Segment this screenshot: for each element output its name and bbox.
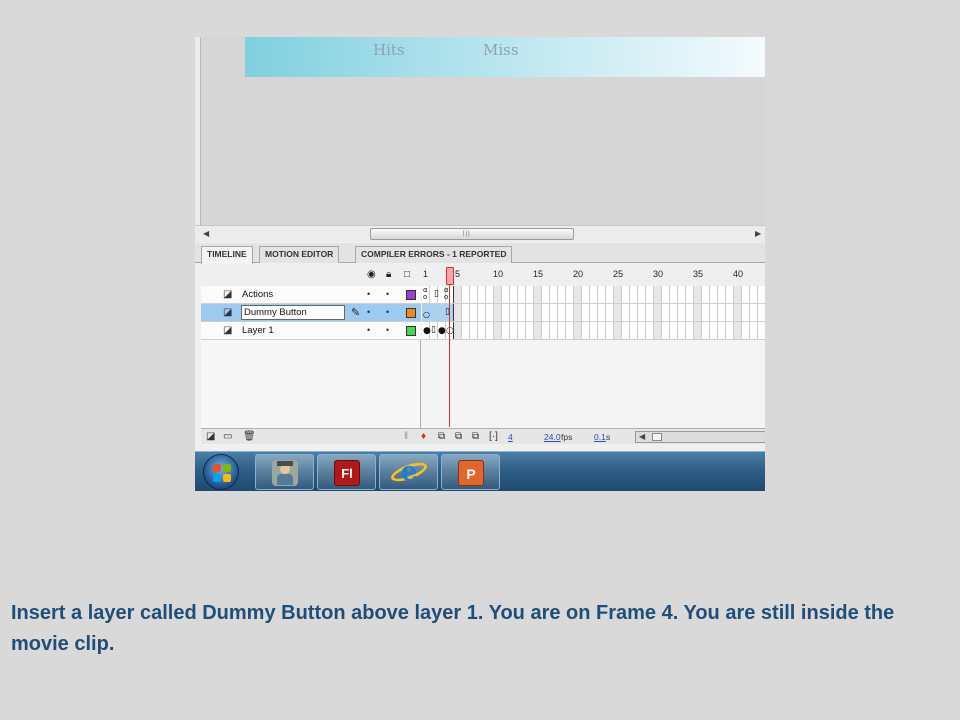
layer-name-edit-field[interactable]: Dummy Button — [241, 305, 345, 320]
banner-miss-label: Miss — [483, 41, 519, 59]
start-button[interactable] — [203, 454, 239, 490]
layer-color-swatch[interactable] — [406, 308, 416, 318]
ruler-tick-5: 5 — [455, 269, 461, 279]
ruler-tick-40: 40 — [733, 269, 744, 279]
layer-row-layer-1[interactable]: ◪ Layer 1 • • — [201, 322, 421, 340]
layer-name: Actions — [242, 289, 274, 300]
frames-grid[interactable]: αo ▯ αo ○ ▯ ● ▯ ● ○ — [422, 286, 765, 428]
tab-motion-editor[interactable]: MOTION EDITOR — [259, 246, 340, 263]
tab-timeline[interactable]: TIMELINE — [201, 246, 253, 264]
layer-icon: ◪ — [223, 307, 233, 318]
powerpoint-app-icon: P — [458, 460, 484, 486]
scrollbar-thumb[interactable]: ||| — [370, 228, 574, 240]
empty-keyframe-icon[interactable]: ○ — [423, 310, 430, 319]
timeline-header: ◉ 🔒︎ □ 1 5 10 15 20 25 30 35 40 — [201, 264, 765, 286]
scrollbar-thumb[interactable] — [652, 433, 662, 441]
scroll-left-arrow-icon[interactable]: ◀ — [203, 229, 209, 238]
ruler-tick-20: 20 — [573, 269, 584, 279]
slide-caption: Insert a layer called Dummy Button above… — [11, 602, 895, 655]
playhead-handle[interactable] — [446, 267, 454, 285]
current-frame-value[interactable]: 4 — [508, 432, 513, 442]
new-folder-icon[interactable]: ▭ — [223, 431, 232, 442]
frame-row-dummy-button[interactable]: ○ ▯ — [422, 304, 765, 322]
frame-row-layer-1[interactable]: ● ▯ ● ○ — [422, 322, 765, 340]
layer-color-swatch[interactable] — [406, 326, 416, 336]
panel-grip-icon: ‖ — [404, 431, 409, 442]
stage-horizontal-scrollbar[interactable]: ◀ ||| ▶ — [195, 225, 765, 242]
visibility-dot-icon[interactable]: • — [367, 307, 370, 317]
lock-dot-icon[interactable]: • — [386, 289, 389, 299]
edit-multiple-frames-icon[interactable]: ⧉ — [472, 431, 479, 442]
ruler-tick-1: 1 — [423, 269, 429, 279]
onion-skin-icon[interactable]: ⧉ — [438, 431, 445, 442]
fps-unit: fps — [561, 432, 573, 442]
stage-area[interactable]: Hits Miss — [195, 37, 765, 225]
frame-end-icon[interactable]: ▯ — [431, 325, 436, 335]
layers-list: ◪ Actions • • ◪ Dummy Button ✎ • • ◪ Lay… — [201, 286, 421, 428]
visibility-dot-icon[interactable]: • — [367, 325, 370, 335]
ruler-tick-35: 35 — [693, 269, 704, 279]
taskbar-powerpoint-button[interactable]: P — [441, 454, 500, 490]
taskbar-user-app-button[interactable] — [255, 454, 314, 490]
slide: Hits Miss ◀ ||| ▶ TIMELINE MOTION EDITOR… — [0, 0, 960, 720]
outline-icon[interactable]: □ — [404, 269, 410, 280]
frame-row-actions[interactable]: αo ▯ αo — [422, 286, 765, 304]
banner-hits-label: Hits — [373, 41, 405, 59]
elapsed-time-value[interactable]: 0.1 — [594, 432, 606, 442]
flash-app-icon: Fl — [334, 460, 360, 486]
layer-icon: ◪ — [223, 289, 233, 300]
ruler-tick-30: 30 — [653, 269, 664, 279]
taskbar-flash-button[interactable]: Fl — [317, 454, 376, 490]
timeline-bottom-bar: ◪ ▭ 🗑︎ ‖ ♦ ⧉ ⧉ ⧉ [·] 4 24.0 fps 0.1 s ◀ — [201, 428, 765, 444]
onion-outline-icon[interactable]: ⧉ — [455, 431, 462, 442]
lock-dot-icon[interactable]: • — [386, 307, 389, 317]
panel-tabs: TIMELINE MOTION EDITOR COMPILER ERRORS -… — [195, 243, 765, 264]
frame-end-icon[interactable]: ▯ — [434, 289, 439, 299]
visibility-dot-icon[interactable]: • — [367, 289, 370, 299]
scroll-left-arrow-icon[interactable]: ◀ — [639, 432, 645, 441]
timeline-horizontal-scrollbar[interactable]: ◀ — [635, 431, 765, 443]
keyframe-script-icon[interactable]: αo — [423, 287, 428, 301]
lock-icon[interactable]: 🔒︎ — [386, 269, 391, 280]
playhead-line — [449, 285, 450, 427]
new-layer-icon[interactable]: ◪ — [206, 431, 215, 442]
windows-logo-icon — [213, 464, 231, 482]
windows-taskbar: Fl e P — [195, 451, 765, 491]
time-unit: s — [606, 432, 611, 442]
ruler-tick-25: 25 — [613, 269, 624, 279]
center-frame-icon[interactable]: ♦ — [421, 431, 426, 442]
taskbar-ie-button[interactable]: e — [379, 454, 438, 490]
internet-explorer-icon: e — [400, 457, 418, 487]
pencil-icon: ✎ — [351, 307, 361, 319]
keyframe-script-icon[interactable]: αo — [444, 287, 449, 301]
hits-miss-banner: Hits Miss — [245, 37, 765, 77]
layer-name: Layer 1 — [242, 325, 274, 336]
panel-gap — [195, 444, 765, 451]
tab-compiler-errors[interactable]: COMPILER ERRORS - 1 REPORTED — [355, 246, 513, 263]
delete-layer-icon[interactable]: 🗑︎ — [243, 431, 256, 442]
flash-screenshot: Hits Miss ◀ ||| ▶ TIMELINE MOTION EDITOR… — [195, 37, 765, 491]
layer-color-swatch[interactable] — [406, 290, 416, 300]
layer-row-dummy-button[interactable]: ◪ Dummy Button ✎ • • — [201, 304, 421, 322]
stage-left-edge — [195, 37, 201, 225]
ruler-tick-10: 10 — [493, 269, 504, 279]
graduate-user-icon — [272, 460, 298, 486]
ruler-tick-15: 15 — [533, 269, 544, 279]
lock-dot-icon[interactable]: • — [386, 325, 389, 335]
keyframe-icon[interactable]: ● — [423, 326, 431, 336]
grip-icon: ||| — [463, 231, 471, 237]
modify-markers-icon[interactable]: [·] — [489, 431, 498, 442]
layer-icon: ◪ — [223, 325, 233, 336]
layer-row-actions[interactable]: ◪ Actions • • — [201, 286, 421, 304]
scroll-right-arrow-icon[interactable]: ▶ — [755, 229, 761, 238]
fps-value[interactable]: 24.0 — [544, 432, 561, 442]
eye-icon[interactable]: ◉ — [367, 269, 376, 280]
keyframe-icon[interactable]: ● — [438, 326, 446, 336]
